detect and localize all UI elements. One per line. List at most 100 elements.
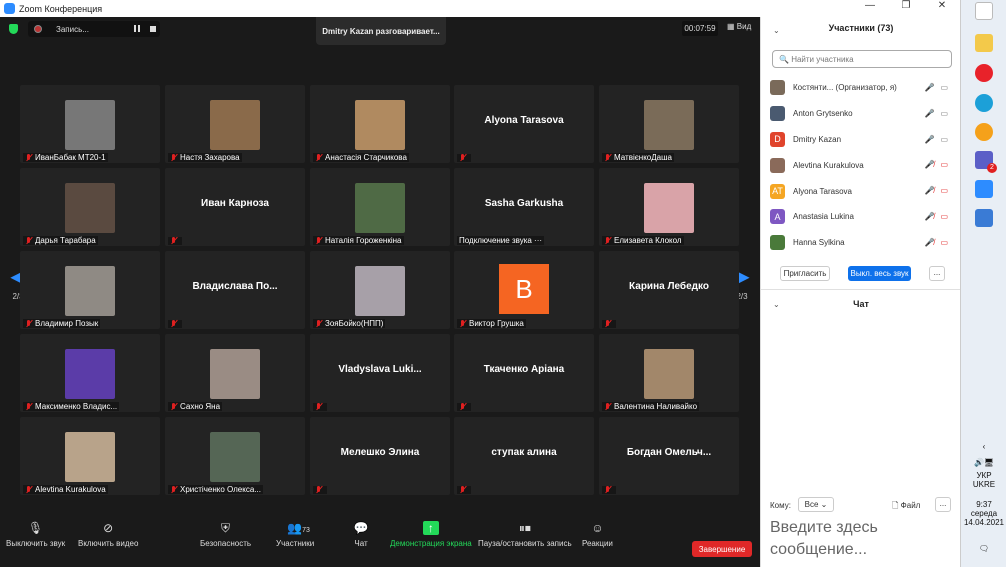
edge-icon[interactable] xyxy=(975,94,993,112)
participant-tile[interactable]: Сахно Яна xyxy=(165,334,305,412)
participant-row[interactable]: Anton Grytsenko 🎤 ▭ xyxy=(770,101,960,127)
restore-button[interactable]: ❐ xyxy=(888,0,924,11)
participant-tile[interactable]: Владислава По... xyxy=(165,251,305,329)
participant-avatar: D xyxy=(770,131,785,147)
chrome-icon[interactable] xyxy=(975,123,993,141)
file-label: Файл xyxy=(900,501,921,510)
tray-chevron-icon[interactable]: ‹ xyxy=(961,442,1006,451)
share-screen-button[interactable]: ↑ Демонстрация экрана xyxy=(390,521,472,548)
pause-record-button[interactable]: ⏸⏹ Пауза/остановить запись xyxy=(478,521,572,548)
participant-tile[interactable]: Максименко Владис... xyxy=(20,334,160,412)
windows-start-icon[interactable] xyxy=(975,2,993,20)
participant-center-name: Богдан Омельч... xyxy=(626,447,712,458)
participant-name-label: Сахно Яна xyxy=(168,402,223,411)
participant-tile[interactable]: Мелешко Элина xyxy=(310,417,450,495)
zoom-app-icon[interactable] xyxy=(975,180,993,198)
participant-tile[interactable]: Анастасія Старчикова xyxy=(310,85,450,163)
end-meeting-button[interactable]: Завершение xyxy=(692,541,752,557)
participant-tile[interactable]: Vladyslava Luki... xyxy=(310,334,450,412)
participant-row[interactable]: A Anastasia Lukina 🎤̸ ▭ xyxy=(770,204,960,230)
mic-muted-icon[interactable]: 🎤̸ xyxy=(924,160,934,169)
task-app-icon[interactable] xyxy=(975,209,993,227)
chat-message-input[interactable]: Введите здесь сообщение... xyxy=(770,517,950,561)
volume-network-icon[interactable]: 🔊🖥 xyxy=(961,458,1006,467)
teams-icon[interactable]: 2 xyxy=(975,151,997,173)
notifications-icon[interactable]: 🗨 xyxy=(961,544,1006,553)
camera-icon[interactable]: ▭ xyxy=(940,109,948,118)
participants-button[interactable]: 👥73 Участники xyxy=(276,521,314,548)
camera-icon[interactable]: ▭ xyxy=(940,83,948,92)
participant-row[interactable]: D Dmitry Kazan 🎤 ▭ xyxy=(770,127,960,153)
participant-row[interactable]: Alevtina Kurakulova 🎤̸ ▭ xyxy=(770,152,960,178)
participant-name: Анастасія Старчикова xyxy=(325,153,407,162)
mic-icon[interactable]: 🎤 xyxy=(924,83,934,92)
participant-tile[interactable]: Карина Лебедко xyxy=(599,251,739,329)
clock[interactable]: 9:37 середа 14.04.2021 xyxy=(961,500,1006,527)
speaker-banner: Dmitry Kazan разговаривает... xyxy=(316,17,446,45)
participant-tile[interactable]: ИванБабак МТ20-1 xyxy=(20,85,160,163)
participant-name: ЗояБойко(НПП) xyxy=(325,319,384,328)
opera-icon[interactable] xyxy=(975,64,993,82)
participant-tile[interactable]: Настя Захарова xyxy=(165,85,305,163)
mute-all-button[interactable]: Выкл. весь звук xyxy=(848,266,911,281)
chat-button[interactable]: 💬 Чат xyxy=(353,521,369,548)
mic-icon[interactable]: 🎤 xyxy=(924,135,934,144)
participant-tile[interactable]: МатвієнкоДаша xyxy=(599,85,739,163)
pause-record-icon[interactable] xyxy=(134,25,140,32)
participant-name: Сахно Яна xyxy=(180,402,221,411)
chat-label: Чат xyxy=(354,539,368,548)
participant-tile[interactable]: Sasha Garkusha Подключение звука ··· xyxy=(454,168,594,246)
security-shield-icon[interactable] xyxy=(9,24,18,34)
muted-mic-icon xyxy=(604,236,611,245)
participant-video-thumbnail xyxy=(644,100,694,150)
participant-tile[interactable]: Богдан Омельч... xyxy=(599,417,739,495)
camera-icon[interactable]: ▭ xyxy=(940,238,948,247)
stop-record-icon[interactable] xyxy=(150,26,156,32)
participant-tile[interactable]: Валентина Наливайко xyxy=(599,334,739,412)
camera-icon[interactable]: ▭ xyxy=(940,160,948,169)
invite-button[interactable]: Пригласить xyxy=(780,266,830,281)
participant-tile[interactable]: B Виктор Грушка xyxy=(454,251,594,329)
chat-recipient-select[interactable]: Все ⌄ xyxy=(798,497,834,512)
camera-icon[interactable]: ▭ xyxy=(940,135,948,144)
participant-list-name: Alyona Tarasova xyxy=(793,186,852,196)
view-button[interactable]: ▦ Вид xyxy=(727,22,751,31)
camera-icon[interactable]: ▭ xyxy=(940,186,948,195)
language-indicator[interactable]: УКР UKRE xyxy=(961,471,1006,489)
mic-muted-icon[interactable]: 🎤̸ xyxy=(924,212,934,221)
participant-tile[interactable]: Христіченко Олекса... xyxy=(165,417,305,495)
file-button[interactable]: 🗋 Файл xyxy=(892,500,920,514)
mute-button[interactable]: 🎙 Выключить звук xyxy=(6,521,65,548)
file-explorer-icon[interactable] xyxy=(975,34,993,52)
participant-row[interactable]: AT Alyona Tarasova 🎤̸ ▭ xyxy=(770,178,960,204)
participant-tile[interactable]: Елизавета Клокол xyxy=(599,168,739,246)
zoom-logo-icon xyxy=(4,3,15,14)
video-button[interactable]: ⊘ Включить видео xyxy=(78,521,138,548)
participant-row[interactable]: Hanna Sylkina 🎤̸ ▭ xyxy=(770,230,960,256)
reactions-button[interactable]: ☺ Реакции xyxy=(582,521,613,548)
participant-tile[interactable]: Ткаченко Аріана xyxy=(454,334,594,412)
participant-tile[interactable]: ЗояБойко(НПП) xyxy=(310,251,450,329)
close-button[interactable]: ✕ xyxy=(924,0,960,11)
participant-tile[interactable]: Наталія Гороженкіна xyxy=(310,168,450,246)
participant-tile[interactable]: Дарья Тарабара xyxy=(20,168,160,246)
muted-mic-icon xyxy=(170,402,177,411)
muted-mic-icon xyxy=(25,402,32,411)
camera-icon[interactable]: ▭ xyxy=(940,212,948,221)
chat-more-button[interactable]: ... xyxy=(935,497,951,512)
mic-icon[interactable]: 🎤 xyxy=(924,109,934,118)
participants-more-button[interactable]: ... xyxy=(929,266,945,281)
mic-muted-icon[interactable]: 🎤̸ xyxy=(924,238,934,247)
clock-day: середа xyxy=(970,509,998,518)
participant-search-input[interactable]: 🔍 Найти участника xyxy=(772,50,952,68)
participant-tile[interactable]: Иван Карноза xyxy=(165,168,305,246)
mic-muted-icon[interactable]: 🎤̸ xyxy=(924,186,934,195)
participant-tile[interactable]: ступак алина xyxy=(454,417,594,495)
security-button[interactable]: ⛨ Безопасность xyxy=(200,521,251,548)
participant-tile[interactable]: Alyona Tarasova xyxy=(454,85,594,163)
chat-icon: 💬 xyxy=(353,521,369,535)
participant-row[interactable]: Костянти... (Организатор, я) 🎤 ▭ xyxy=(770,75,960,101)
minimize-button[interactable]: — xyxy=(852,0,888,11)
participant-tile[interactable]: Владимир Позык xyxy=(20,251,160,329)
participant-tile[interactable]: Alevtina Kurakulova xyxy=(20,417,160,495)
